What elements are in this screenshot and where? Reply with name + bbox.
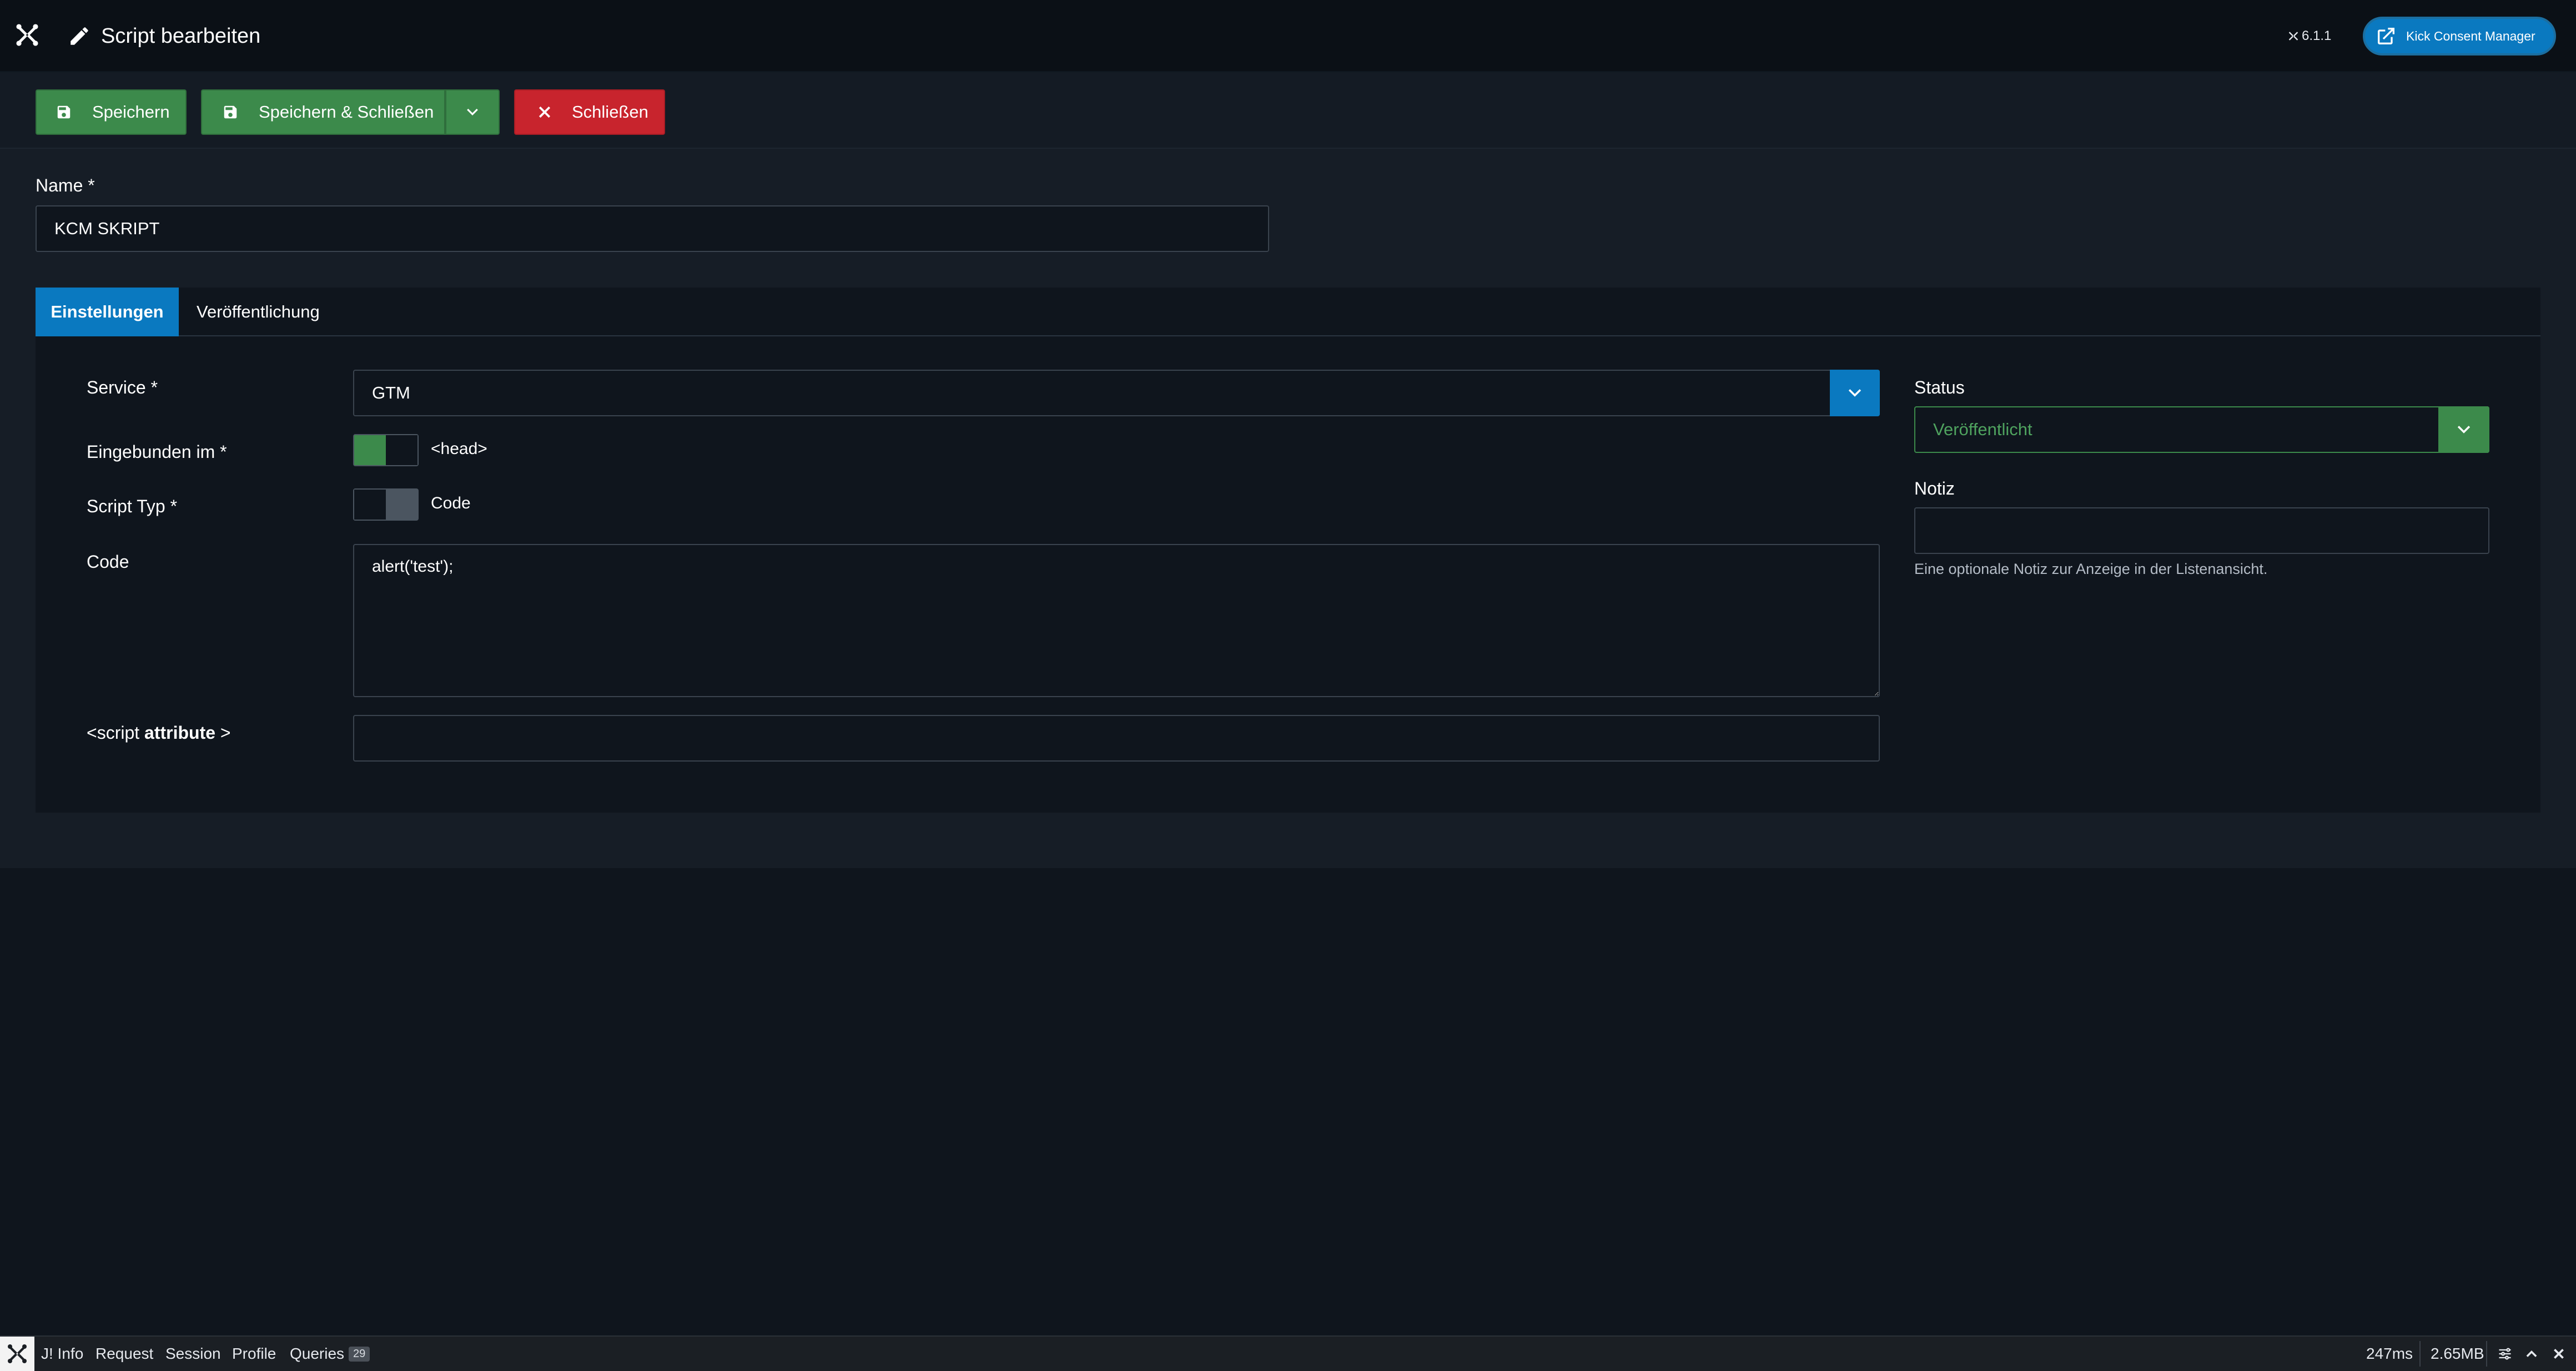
- debug-bar: J! Info Request Session Profile Queries …: [0, 1335, 2576, 1371]
- script-attribute-label: <script attribute >: [87, 723, 231, 743]
- note-hint: Eine optionale Notiz zur Anzeige in der …: [1914, 561, 2268, 577]
- status-select-arrow[interactable]: [2438, 406, 2489, 453]
- status-select-value: Veröffentlicht: [1933, 420, 2032, 439]
- external-link-icon: [2378, 28, 2394, 44]
- status-label: Status: [1914, 377, 1965, 397]
- service-select[interactable]: GTM: [353, 370, 1880, 416]
- note-input[interactable]: [1914, 507, 2489, 554]
- toggle-on-half: [354, 435, 386, 465]
- toggle-on-half: [386, 490, 417, 520]
- page-title-wrap: Script bearbeiten: [68, 0, 260, 72]
- debug-time: 247ms: [2366, 1345, 2413, 1362]
- joomla-logo-icon[interactable]: [14, 22, 40, 48]
- script-type-label: Script Typ *: [87, 496, 178, 516]
- script-type-toggle[interactable]: [353, 488, 419, 521]
- version-indicator: 6.1.1: [2287, 0, 2331, 72]
- sliders-icon: [2499, 1348, 2511, 1360]
- service-select-value: GTM: [372, 383, 410, 402]
- close-button[interactable]: Schließen: [514, 89, 665, 135]
- script-attribute-prefix: <script: [87, 723, 145, 743]
- save-dropdown-toggle[interactable]: [445, 89, 500, 135]
- debug-separator: [2486, 1341, 2487, 1367]
- chevron-down-icon: [2457, 426, 2471, 434]
- debug-tab-info[interactable]: J! Info: [41, 1337, 83, 1371]
- tab-settings[interactable]: Einstellungen: [36, 288, 179, 336]
- debug-settings-icon[interactable]: [2497, 1337, 2513, 1371]
- debug-tab-queries[interactable]: Queries 29: [290, 1337, 370, 1371]
- debug-tab-profile[interactable]: Profile: [232, 1337, 276, 1371]
- header-bar: Script bearbeiten 6.1.1 Kick Consent Man…: [0, 0, 2576, 72]
- site-link-button[interactable]: Kick Consent Manager: [2363, 17, 2556, 56]
- status-select[interactable]: Veröffentlicht: [1914, 406, 2489, 453]
- close-icon: [539, 106, 551, 118]
- embedded-toggle[interactable]: [353, 434, 419, 466]
- code-textarea[interactable]: alert('test');: [353, 544, 1880, 697]
- save-button[interactable]: Speichern: [36, 89, 187, 135]
- tab-publishing[interactable]: Veröffentlichung: [197, 288, 320, 336]
- service-select-arrow[interactable]: [1830, 370, 1880, 416]
- name-label: Name *: [36, 175, 95, 195]
- name-input[interactable]: [36, 205, 1269, 252]
- script-attribute-bold: attribute: [144, 723, 216, 743]
- floppy-disk-icon: [57, 105, 71, 119]
- code-label: Code: [87, 552, 129, 572]
- debug-expand-icon[interactable]: [2524, 1337, 2539, 1371]
- close-icon: [2554, 1349, 2564, 1359]
- floppy-disk-icon: [224, 105, 237, 119]
- chevron-up-icon: [2526, 1350, 2537, 1357]
- debug-memory: 2.65MB: [2431, 1345, 2484, 1362]
- toggle-off-half: [386, 435, 417, 465]
- debug-separator: [2419, 1341, 2421, 1367]
- close-button-label: Schließen: [572, 102, 648, 122]
- version-text: 6.1.1: [2302, 28, 2332, 43]
- debug-tab-session[interactable]: Session: [165, 1337, 221, 1371]
- site-link-label: Kick Consent Manager: [2406, 28, 2535, 43]
- embedded-label: Eingebunden im *: [87, 442, 227, 462]
- joomla-logo-icon: [8, 1344, 27, 1363]
- debug-tab-queries-label: Queries: [290, 1345, 345, 1362]
- tabs-bar: [36, 288, 2540, 336]
- chevron-down-icon: [1848, 389, 1861, 397]
- joomla-small-icon: [2288, 32, 2298, 41]
- embedded-value: <head>: [431, 440, 487, 458]
- debug-close-icon[interactable]: [2552, 1337, 2566, 1371]
- note-label: Notiz: [1914, 478, 1955, 498]
- debug-joomla-icon[interactable]: [0, 1337, 34, 1371]
- toggle-off-half: [354, 490, 386, 520]
- script-attribute-input[interactable]: [353, 715, 1880, 762]
- script-attribute-suffix: >: [215, 723, 231, 743]
- save-close-button-label: Speichern & Schließen: [259, 102, 434, 122]
- queries-count-badge: 29: [349, 1346, 370, 1362]
- save-close-button[interactable]: Speichern & Schließen: [201, 89, 445, 135]
- chevron-down-icon: [467, 108, 478, 115]
- page-title: Script bearbeiten: [101, 24, 261, 48]
- debug-tab-request[interactable]: Request: [95, 1337, 153, 1371]
- service-label: Service *: [87, 377, 158, 397]
- pencil-icon: [71, 27, 88, 45]
- script-type-value: Code: [431, 494, 471, 512]
- save-button-label: Speichern: [92, 102, 170, 122]
